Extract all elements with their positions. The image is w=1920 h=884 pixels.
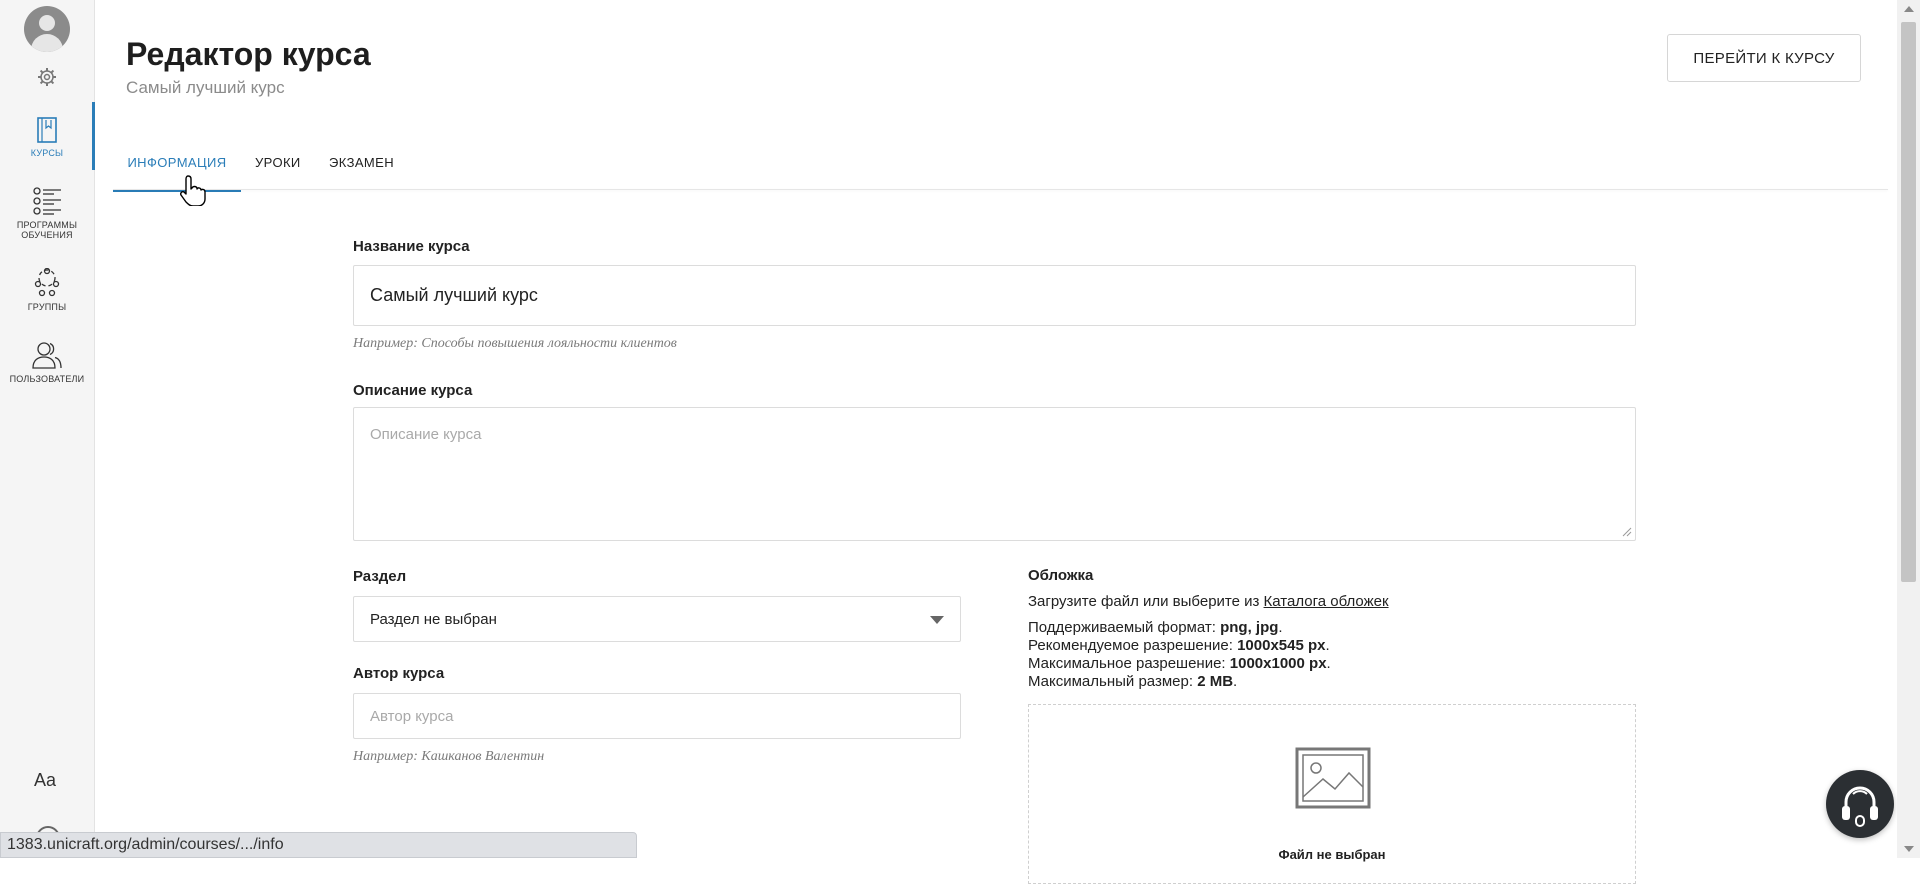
scrollbar-thumb[interactable] [1901, 22, 1916, 582]
gear-icon[interactable] [37, 67, 57, 87]
cover-format-label: Поддерживаемый формат: [1028, 619, 1221, 636]
avatar-body [31, 34, 63, 52]
page-scrollbar[interactable] [1897, 0, 1920, 858]
avatar[interactable] [24, 6, 70, 52]
cover-dropzone[interactable]: Файл не выбран [1028, 704, 1636, 884]
sidebar-item-users[interactable]: ПОЛЬЗОВАТЕЛИ [0, 340, 94, 384]
page-subtitle: Самый лучший курс [126, 78, 285, 97]
resize-handle-icon[interactable] [1622, 527, 1632, 537]
tab-exam[interactable]: ЭКЗАМЕН [329, 150, 394, 190]
sidebar-item-label: КУРСЫ [30, 148, 64, 158]
author-hint: Например: Кашканов Валентин [353, 749, 545, 764]
scroll-up-arrow-icon[interactable] [1904, 6, 1914, 12]
cover-recommended-label: Рекомендуемое разрешение: [1028, 637, 1238, 654]
cover-label: Обложка [1028, 567, 1094, 584]
scroll-down-arrow-icon[interactable] [1904, 846, 1914, 852]
author-placeholder: Автор курса [370, 707, 454, 725]
image-placeholder-icon [1295, 747, 1371, 809]
avatar-head [39, 15, 55, 31]
group-icon [34, 268, 60, 297]
course-name-label: Название курса [353, 238, 470, 255]
cover-maxres-label: Максимальное разрешение: [1028, 655, 1230, 672]
browser-status-bar: 1383.unicraft.org/admin/courses/.../info [0, 832, 637, 858]
cover-maxsize-label: Максимальный размер: [1028, 673, 1198, 690]
tab-information[interactable]: ИНФОРМАЦИЯ [113, 150, 241, 192]
header-divider [113, 189, 1888, 190]
course-description-textarea[interactable]: Описание курса [353, 407, 1636, 541]
section-label: Раздел [353, 568, 407, 585]
course-name-hint: Например: Способы повышения лояльности к… [353, 336, 677, 351]
cover-catalog-link[interactable]: Каталога обложек [1264, 593, 1389, 610]
cover-recommended-value: 1000x545 px [1237, 637, 1326, 654]
cover-recommended-line: Рекомендуемое разрешение: 1000x545 px. [1028, 637, 1330, 654]
goto-course-button[interactable]: ПЕРЕЙТИ К КУРСУ [1667, 34, 1861, 82]
no-file-text: Файл не выбран [1278, 847, 1386, 862]
author-label: Автор курса [353, 665, 445, 682]
font-settings-label: Aa [34, 770, 57, 790]
course-name-input[interactable]: Самый лучший курс [353, 265, 1636, 326]
cover-maxres-value: 1000x1000 px [1229, 655, 1327, 672]
author-input[interactable]: Автор курса [353, 693, 961, 739]
tab-lessons[interactable]: УРОКИ [255, 150, 301, 190]
sidebar-item-label: ПОЛЬЗОВАТЕЛИ [9, 374, 85, 384]
chevron-down-icon [930, 616, 944, 624]
sidebar-item-courses[interactable]: КУРСЫ [0, 102, 95, 170]
sidebar-item-label: ГРУППЫ [27, 302, 67, 312]
course-description-placeholder: Описание курса [370, 426, 482, 443]
cover-maxsize-value: 2 MB [1197, 673, 1234, 690]
cover-maxres-line: Максимальное разрешение: 1000x1000 px. [1028, 655, 1331, 672]
section-select[interactable]: Раздел не выбран [353, 596, 961, 642]
cover-format-line: Поддерживаемый формат: png, jpg. [1028, 619, 1283, 636]
hand-cursor-icon [180, 175, 206, 206]
users-icon [32, 342, 62, 369]
cover-format-value: png, jpg [1220, 619, 1279, 636]
sidebar-item-label: ПРОГРАММЫ ОБУЧЕНИЯ [16, 220, 78, 240]
book-icon [37, 117, 57, 143]
cover-maxsize-line: Максимальный размер: 2 MB. [1028, 673, 1238, 690]
support-chat-button[interactable] [1826, 770, 1894, 838]
sidebar: КУРСЫ ПРОГРАММЫ ОБУЧЕНИЯ ГРУППЫ ПОЛЬЗОВА… [0, 0, 95, 858]
font-settings-icon[interactable]: Aa [34, 770, 56, 791]
cover-upload-text: Загрузите файл или выберите из Каталога … [1028, 593, 1389, 610]
sidebar-item-programs[interactable]: ПРОГРАММЫ ОБУЧЕНИЯ [0, 186, 94, 240]
sidebar-item-groups[interactable]: ГРУППЫ [0, 268, 94, 312]
course-description-label: Описание курса [353, 382, 473, 399]
checklist-icon [33, 187, 61, 215]
section-selected-value: Раздел не выбран [370, 610, 497, 628]
cover-upload-prefix: Загрузите файл или выберите из [1028, 593, 1264, 610]
page-title: Редактор курса [126, 36, 371, 72]
headset-icon [1842, 786, 1878, 827]
